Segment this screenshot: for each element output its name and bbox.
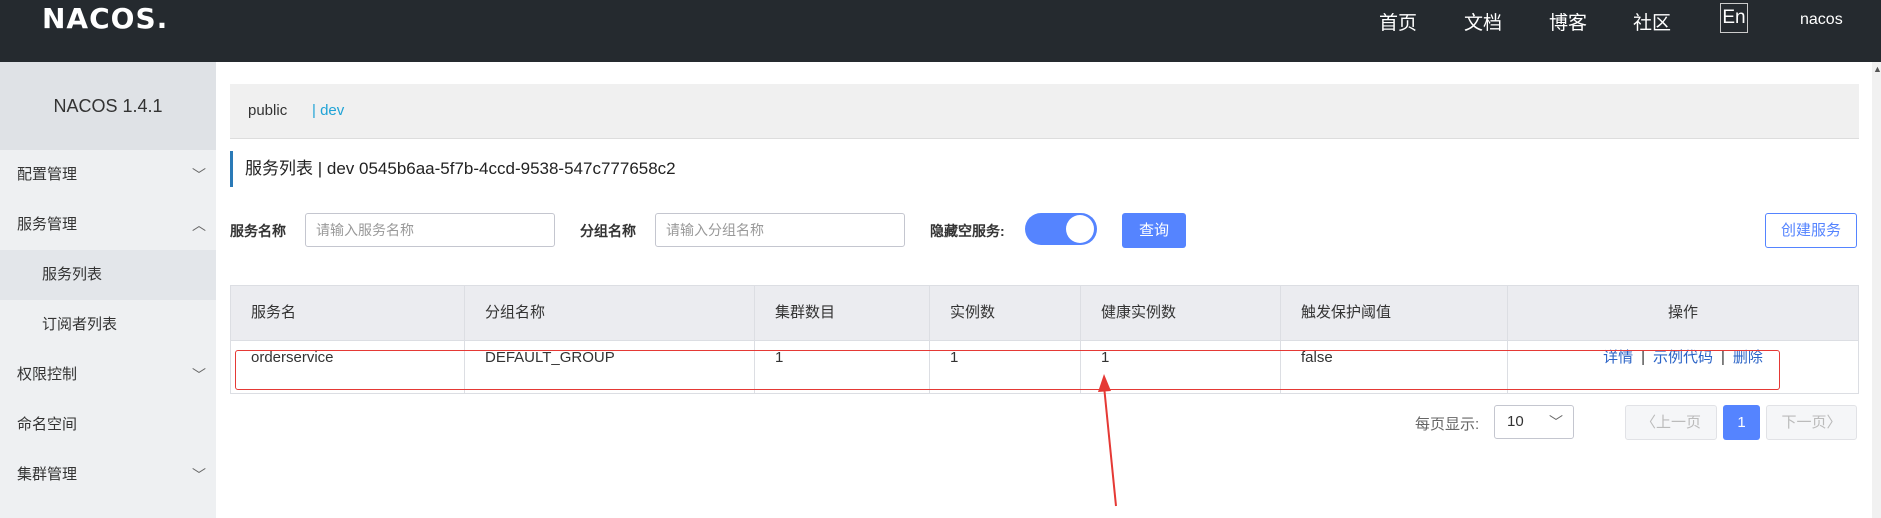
hide-empty-toggle[interactable] (1025, 213, 1097, 245)
prev-page-button[interactable]: 〈上一页 (1625, 405, 1717, 440)
cell-service-name: orderservice (231, 341, 465, 393)
hide-empty-label: 隐藏空服务: (930, 223, 1005, 239)
chevron-down-icon: ﹀ (192, 167, 206, 183)
next-page-label: 下一页 (1781, 414, 1827, 431)
sidebar-item-service-list[interactable]: 服务列表 (0, 250, 216, 300)
table-header: 服务名 分组名称 集群数目 实例数 健康实例数 触发保护阈值 操作 (231, 286, 1858, 341)
namespace-public[interactable]: public (248, 102, 287, 119)
language-toggle-button[interactable]: En (1720, 3, 1748, 33)
next-page-button[interactable]: 下一页〉 (1766, 405, 1857, 440)
query-button[interactable]: 查询 (1122, 213, 1186, 248)
nav-community[interactable]: 社区 (1633, 8, 1671, 35)
page-size-select[interactable]: 10 ﹀ (1494, 405, 1574, 439)
prev-page-label: 上一页 (1656, 414, 1702, 431)
sidebar-item-label: 配置管理 (17, 166, 78, 183)
sidebar: NACOS 1.4.1 配置管理 ﹀ 服务管理 ︿ 服务列表 订阅者列表 权限控… (0, 62, 216, 518)
group-name-input[interactable] (655, 213, 905, 247)
create-service-button[interactable]: 创建服务 (1765, 213, 1857, 248)
sidebar-item-namespace[interactable]: 命名空间 (0, 400, 216, 450)
sidebar-item-label: 服务列表 (42, 266, 103, 283)
user-menu[interactable]: nacos (1800, 11, 1843, 29)
annotation-arrow-icon (1098, 374, 1117, 507)
header-cluster-count: 集群数目 (755, 286, 930, 340)
header-threshold: 触发保护阈值 (1281, 286, 1508, 340)
cell-instance-count: 1 (930, 341, 1081, 393)
top-nav-bar: NACOS. 首页 文档 博客 社区 En nacos (0, 0, 1881, 62)
group-name-label: 分组名称 (580, 223, 636, 239)
service-name-label: 服务名称 (230, 223, 286, 239)
chevron-up-icon: ︿ (192, 217, 206, 233)
cell-operations: 详情 | 示例代码 | 删除 (1508, 341, 1858, 393)
separator: | (1641, 349, 1645, 366)
namespace-bar: public | dev (230, 84, 1859, 139)
sidebar-item-label: 服务管理 (17, 216, 78, 233)
chevron-down-icon: ﹀ (192, 367, 206, 383)
sidebar-item-label: 订阅者列表 (42, 316, 118, 333)
service-name-input[interactable] (305, 213, 555, 247)
header-operations: 操作 (1667, 304, 1698, 321)
page-size-value: 10 (1507, 413, 1524, 430)
separator: | (1721, 349, 1725, 366)
chevron-down-icon: ﹀ (1549, 414, 1563, 430)
header-healthy-count: 健康实例数 (1081, 286, 1281, 340)
service-table: 服务名 分组名称 集群数目 实例数 健康实例数 触发保护阈值 操作 orders… (230, 285, 1859, 394)
nav-home[interactable]: 首页 (1379, 8, 1417, 35)
delete-link[interactable]: 删除 (1733, 349, 1763, 366)
header-service-name: 服务名 (231, 286, 465, 340)
sidebar-item-subscriber-list[interactable]: 订阅者列表 (0, 300, 216, 350)
sidebar-item-cluster-management[interactable]: 集群管理 ﹀ (0, 450, 216, 500)
cell-threshold: false (1281, 341, 1508, 393)
details-link[interactable]: 详情 (1603, 349, 1633, 366)
cell-cluster-count: 1 (755, 341, 930, 393)
toggle-knob (1066, 215, 1094, 243)
cell-group-name: DEFAULT_GROUP (465, 341, 755, 393)
nav-docs[interactable]: 文档 (1464, 8, 1502, 35)
sidebar-item-access-control[interactable]: 权限控制 ﹀ (0, 350, 216, 400)
sidebar-item-label: 权限控制 (17, 366, 78, 383)
header-instance-count: 实例数 (930, 286, 1081, 340)
nacos-logo[interactable]: NACOS. (42, 2, 168, 35)
nav-blog[interactable]: 博客 (1549, 8, 1587, 35)
chevron-down-icon: ﹀ (192, 467, 206, 483)
page-size-label: 每页显示: (1415, 416, 1480, 433)
sidebar-item-label: 集群管理 (17, 466, 78, 483)
page-title: 服务列表 | dev 0545b6aa-5f7b-4ccd-9538-547c7… (230, 151, 676, 187)
scroll-up-icon[interactable]: ▲ (1873, 64, 1881, 74)
sidebar-item-service-management[interactable]: 服务管理 ︿ (0, 200, 216, 250)
scrollbar[interactable] (1872, 62, 1881, 518)
chevron-right-icon: 〉 (1826, 414, 1842, 431)
page-number-current[interactable]: 1 (1723, 405, 1760, 440)
sidebar-item-label: 命名空间 (17, 416, 78, 433)
chevron-left-icon: 〈 (1640, 414, 1656, 431)
namespace-dev[interactable]: | dev (312, 102, 344, 119)
header-group-name: 分组名称 (465, 286, 755, 340)
sample-code-link[interactable]: 示例代码 (1653, 349, 1713, 366)
sidebar-version-title: NACOS 1.4.1 (0, 62, 216, 150)
table-row: orderservice DEFAULT_GROUP 1 1 1 false 详… (231, 341, 1858, 393)
sidebar-item-config-management[interactable]: 配置管理 ﹀ (0, 150, 216, 200)
